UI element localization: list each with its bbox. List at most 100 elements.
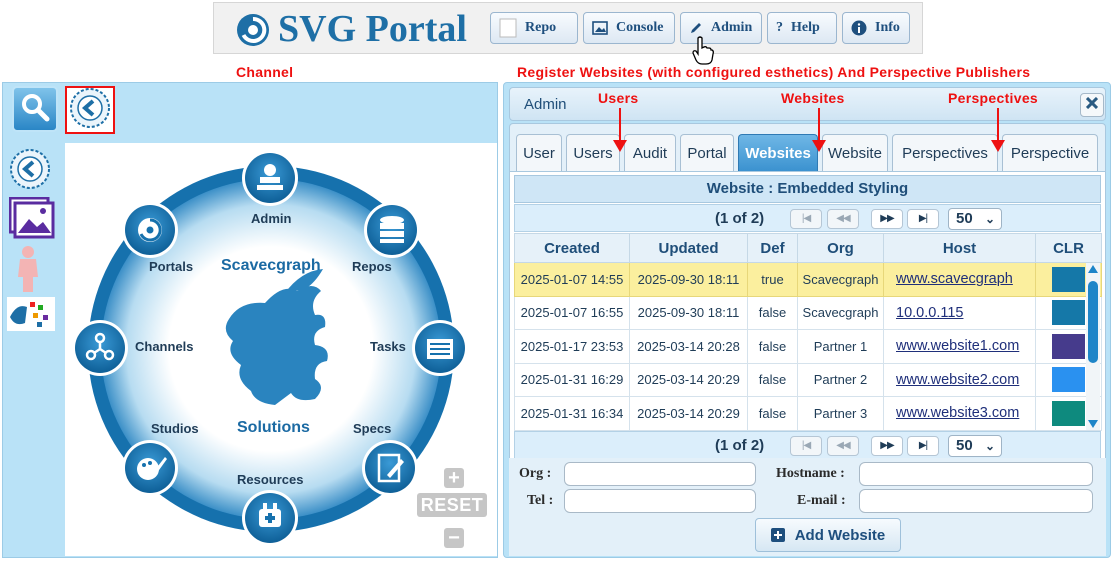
color-swatch: [1052, 266, 1085, 292]
col-def[interactable]: Def: [747, 233, 798, 263]
last-page-button[interactable]: ▶|: [907, 436, 939, 456]
tasks-node-label: Tasks: [370, 339, 406, 354]
gallery-icon[interactable]: [8, 196, 55, 244]
zoom-in-button[interactable]: +: [444, 468, 464, 488]
help-button-label: Help: [791, 20, 820, 35]
annotation-arrow-websites: [812, 108, 826, 152]
repos-node[interactable]: [363, 201, 421, 259]
org-field[interactable]: [564, 462, 756, 486]
prev-page-button[interactable]: ◀◀: [827, 209, 859, 229]
admin-node[interactable]: [241, 149, 299, 207]
col-org[interactable]: Org: [797, 233, 884, 263]
console-button-label: Console: [616, 20, 664, 35]
col-clr[interactable]: CLR: [1035, 233, 1102, 263]
color-swatch: [1052, 300, 1085, 326]
hostname-field[interactable]: [859, 462, 1093, 486]
admin-panel-title: Admin: [524, 96, 567, 113]
person-figure-icon[interactable]: [13, 245, 43, 298]
channel-selector[interactable]: [65, 86, 115, 134]
page-size-select[interactable]: 50 ⌄: [948, 208, 1002, 230]
portals-node[interactable]: [121, 201, 179, 259]
color-swatch: [1052, 333, 1085, 359]
prev-page-button[interactable]: ◀◀: [827, 436, 859, 456]
tab-user[interactable]: User: [516, 134, 562, 172]
tab-audit[interactable]: Audit: [624, 134, 676, 172]
page-size-select[interactable]: 50 ⌄: [948, 435, 1002, 457]
host-link[interactable]: 10.0.0.115: [896, 305, 963, 321]
reset-button[interactable]: RESET: [417, 493, 487, 517]
table-row[interactable]: 2025-01-07 16:55 2025-09-30 18:11 false …: [514, 295, 1102, 330]
info-icon: [851, 20, 867, 36]
studios-node-label: Studios: [151, 421, 199, 436]
repo-button-label: Repo: [525, 20, 557, 35]
grid-caption: Website : Embedded Styling: [514, 175, 1101, 203]
table-row[interactable]: 2025-01-07 14:55 2025-09-30 18:11 true S…: [514, 262, 1102, 297]
repo-button[interactable]: Repo: [490, 12, 578, 44]
next-page-button[interactable]: ▶▶: [871, 209, 903, 229]
scroll-up-icon[interactable]: [1088, 265, 1098, 273]
tab-portal[interactable]: Portal: [680, 134, 734, 172]
admin-button-label: Admin: [711, 20, 753, 35]
pager-info: (1 of 2): [715, 210, 765, 227]
col-updated[interactable]: Updated: [629, 233, 748, 263]
question-icon: ?: [776, 20, 783, 35]
brand-title: SVG Portal: [278, 8, 467, 50]
pager-top: (1 of 2) |◀ ◀◀ ▶▶ ▶| 50 ⌄: [514, 204, 1101, 232]
studios-node[interactable]: [121, 439, 179, 497]
specs-node[interactable]: [361, 439, 419, 497]
col-host[interactable]: Host: [883, 233, 1036, 263]
host-link[interactable]: www.website3.com: [896, 405, 1019, 421]
add-website-button[interactable]: Add Website: [755, 518, 901, 552]
table-row[interactable]: 2025-01-31 16:34 2025-03-14 20:29 false …: [514, 396, 1102, 431]
first-page-button[interactable]: |◀: [790, 436, 822, 456]
annotation-arrow-perspectives: [991, 108, 1005, 152]
zoom-out-button[interactable]: −: [444, 528, 464, 548]
table-scrollbar[interactable]: [1086, 263, 1100, 430]
add-website-form: Org : Hostname : Tel : E-mail : Add Webs…: [509, 458, 1106, 556]
websites-table: Created Updated Def Org Host CLR 2025-01…: [514, 233, 1102, 431]
center-title: Scavecgraph: [221, 257, 321, 274]
table-row[interactable]: 2025-01-31 16:29 2025-03-14 20:29 false …: [514, 362, 1102, 397]
channel-panel: Scavecgraph Solutions Admin Repos Tasks …: [2, 82, 498, 558]
scroll-down-icon[interactable]: [1088, 420, 1098, 428]
tab-websites[interactable]: Websites: [738, 134, 818, 172]
top-toolbar: SVG Portal Repo Console Admin ? Help Inf…: [213, 2, 923, 54]
annotation-channel: Channel: [236, 64, 294, 80]
table-row[interactable]: 2025-01-17 23:53 2025-03-14 20:28 false …: [514, 329, 1102, 364]
col-created[interactable]: Created: [514, 233, 630, 263]
tab-perspectives[interactable]: Perspectives: [892, 134, 998, 172]
tab-website[interactable]: Website: [822, 134, 888, 172]
admin-node-label: Admin: [251, 211, 292, 226]
close-button[interactable]: [1080, 93, 1104, 117]
next-page-button[interactable]: ▶▶: [871, 436, 903, 456]
tasks-node[interactable]: [411, 319, 469, 377]
host-link[interactable]: www.scavecgraph: [896, 271, 1013, 287]
pager-info: (1 of 2): [715, 437, 765, 454]
resources-node[interactable]: [241, 489, 299, 547]
info-button[interactable]: Info: [842, 12, 910, 44]
color-swatch: [1052, 367, 1085, 393]
last-page-button[interactable]: ▶|: [907, 209, 939, 229]
portals-node-label: Portals: [149, 259, 194, 274]
first-page-button[interactable]: |◀: [790, 209, 822, 229]
channels-node[interactable]: [71, 319, 129, 377]
image-icon: [592, 21, 608, 35]
host-link[interactable]: www.website1.com: [896, 338, 1019, 354]
email-field[interactable]: [859, 489, 1093, 513]
tab-users[interactable]: Users: [566, 134, 620, 172]
channel-compass-icon[interactable]: [7, 147, 53, 196]
help-button[interactable]: ? Help: [767, 12, 837, 44]
admin-tab-bar: User Users Audit Portal Websites Website…: [509, 123, 1106, 173]
hostname-label: Hostname :: [776, 466, 845, 481]
tab-perspective[interactable]: Perspective: [1002, 134, 1098, 172]
plus-icon: +: [448, 467, 460, 489]
scroll-thumb[interactable]: [1088, 281, 1098, 363]
host-link[interactable]: www.website2.com: [896, 372, 1019, 388]
search-button[interactable]: [12, 86, 58, 132]
channels-node-label: Channels: [135, 339, 194, 354]
map-thumbnail-icon[interactable]: [7, 297, 55, 336]
add-website-label: Add Website: [794, 526, 886, 544]
console-button[interactable]: Console: [583, 12, 675, 44]
tel-field[interactable]: [564, 489, 756, 513]
annotation-perspectives: Perspectives: [948, 90, 1038, 106]
